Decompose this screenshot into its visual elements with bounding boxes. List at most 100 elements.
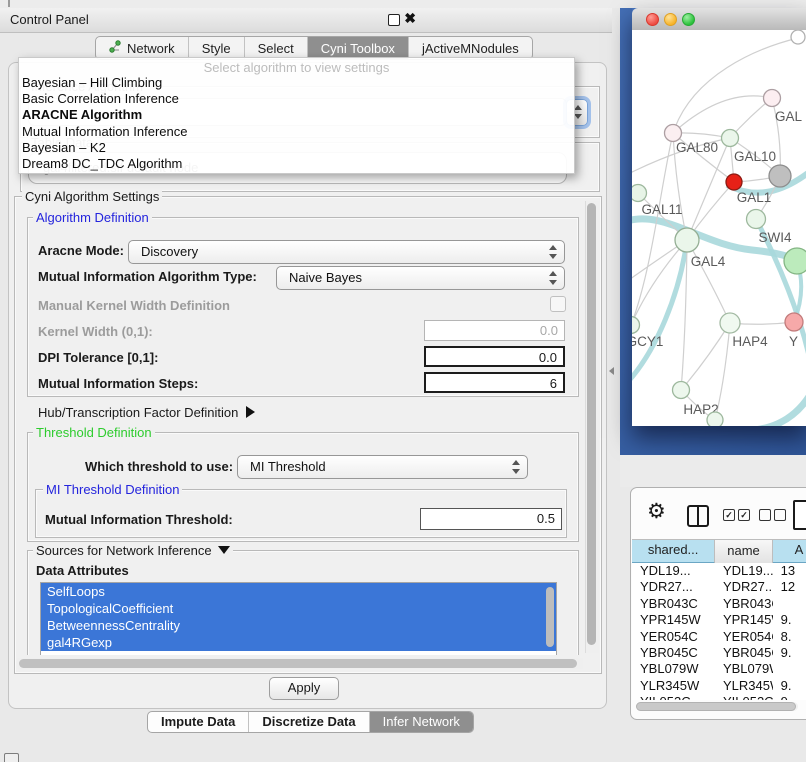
attribute-item[interactable]: BetweennessCentrality <box>41 617 556 634</box>
document-icon[interactable] <box>793 500 806 530</box>
mi-type-combo[interactable]: Naive Bayes <box>276 266 565 290</box>
network-node[interactable] <box>769 165 791 187</box>
table-row[interactable]: YBR043CYBR043C <box>632 596 806 612</box>
checked-checkbox-icon[interactable]: ✓ <box>738 509 750 521</box>
tab-style[interactable]: Style <box>188 37 244 59</box>
zoom-window-icon[interactable] <box>682 13 695 26</box>
tab-network[interactable]: Network <box>96 37 188 59</box>
network-canvas[interactable]: GALGAL80GAL10GAL1GAL11SWI4GAL4GCY1HAP4YH… <box>632 30 806 426</box>
column-header-1[interactable]: shared... <box>632 540 715 564</box>
network-node-swi4[interactable] <box>747 210 766 229</box>
table-row[interactable]: YPR145WYPR145W9. <box>632 612 806 628</box>
app-root: Control Panel ✖ NetworkStyleSelectCyni T… <box>0 0 806 762</box>
table-cell: 13 <box>773 563 806 579</box>
attribute-item[interactable]: TopologicalCoefficient <box>41 600 556 617</box>
aracne-mode-combo[interactable]: Discovery <box>128 240 565 264</box>
network-edge[interactable] <box>687 240 730 323</box>
network-node-hap2[interactable] <box>673 382 690 399</box>
network-node-gal10[interactable] <box>722 130 739 147</box>
network-node-gal11[interactable] <box>632 185 647 202</box>
table-cell: YBL079W <box>632 661 715 677</box>
table-row[interactable]: YDL19...YDL19...13 <box>632 563 806 579</box>
unchecked-checkbox-icon[interactable] <box>774 509 786 521</box>
algorithm-dropdown-popup: Select algorithm to view settings Bayesi… <box>18 57 575 174</box>
close-window-icon[interactable] <box>646 13 659 26</box>
table-row[interactable]: YLR345WYLR345W9. <box>632 678 806 694</box>
network-node-hap4[interactable] <box>720 313 740 333</box>
aracne-mode-label: Aracne Mode: <box>38 243 124 258</box>
splitter-collapse-icon[interactable] <box>609 367 614 375</box>
tab-jactivemnodules[interactable]: jActiveMNodules <box>408 37 532 59</box>
network-window-titlebar[interactable] <box>632 8 806 31</box>
table-horizontal-scrollbar[interactable] <box>636 702 798 711</box>
vertical-scrollbar[interactable] <box>585 201 599 653</box>
table-cell: 9. <box>773 645 806 661</box>
table-cell: YDR27... <box>715 579 773 595</box>
algorithm-option[interactable]: Dream8 DC_TDC Algorithm <box>19 156 574 172</box>
mi-threshold-input[interactable]: 0.5 <box>420 508 562 530</box>
network-node-y[interactable] <box>785 313 803 331</box>
table-cell: YLR345W <box>715 678 773 694</box>
table-row[interactable]: YER054CYER054C8. <box>632 629 806 645</box>
network-edge[interactable] <box>632 133 673 325</box>
gear-icon[interactable]: ⚙ <box>647 501 666 522</box>
control-panel-titlebar: Control Panel ✖ <box>0 8 612 33</box>
network-node-gal80[interactable] <box>665 125 682 142</box>
which-threshold-combo[interactable]: MI Threshold <box>237 455 528 479</box>
manual-kernel-checkbox[interactable] <box>550 296 566 312</box>
float-panel-icon[interactable] <box>388 14 400 26</box>
minimize-window-icon[interactable] <box>664 13 677 26</box>
network-node-gal4[interactable] <box>675 228 699 252</box>
apply-button[interactable]: Apply <box>269 677 339 700</box>
hub-section-toggle[interactable]: Hub/Transcription Factor Definition <box>38 405 255 420</box>
data-attributes-list[interactable]: SelfLoopsTopologicalCoefficientBetweenne… <box>40 582 557 655</box>
attribute-item[interactable]: gal4RGexp <box>41 634 556 651</box>
bottom-tab-discretize-data[interactable]: Discretize Data <box>248 712 368 732</box>
dpi-tolerance-input[interactable]: 0.0 <box>424 346 565 367</box>
algorithm-option[interactable]: Bayesian – K2 <box>19 140 574 156</box>
network-node-gal1[interactable] <box>726 174 742 190</box>
network-node[interactable] <box>707 412 723 426</box>
tab-cyni-toolbox[interactable]: Cyni Toolbox <box>307 37 408 59</box>
sources-toggle[interactable]: Sources for Network Inference <box>33 543 233 558</box>
network-edge-thick[interactable] <box>727 390 806 426</box>
network-node[interactable] <box>791 30 805 44</box>
vertical-scrollbar-thumb[interactable] <box>587 203 596 645</box>
control-panel-title: Control Panel <box>10 12 89 27</box>
horizontal-scrollbar-thumb[interactable] <box>19 659 577 668</box>
bottom-tab-impute-data[interactable]: Impute Data <box>148 712 248 732</box>
close-icon[interactable]: ✖ <box>404 10 416 27</box>
algorithm-option[interactable]: Basic Correlation Inference <box>19 91 574 107</box>
table-scrollbar-thumb[interactable] <box>636 702 796 711</box>
tab-select[interactable]: Select <box>244 37 307 59</box>
table-row[interactable]: YIL052CYIL052C9 <box>632 694 806 700</box>
table-cell: YPR145W <box>715 612 773 628</box>
mi-steps-input[interactable]: 6 <box>424 372 565 393</box>
network-edge-thick[interactable] <box>632 240 687 386</box>
kernel-width-label: Kernel Width (0,1): <box>38 324 153 339</box>
column-header-3[interactable]: A <box>773 540 806 564</box>
attribute-item[interactable]: SelfLoops <box>41 583 556 600</box>
network-node-gcy1[interactable] <box>632 317 640 334</box>
network-edge[interactable] <box>673 96 772 133</box>
checked-checkbox-icon[interactable]: ✓ <box>723 509 735 521</box>
table-cell: YLR345W <box>632 678 715 694</box>
column-header-2[interactable]: name <box>715 540 773 564</box>
kernel-width-input[interactable]: 0.0 <box>424 320 565 341</box>
bottom-tab-infer-network[interactable]: Infer Network <box>369 712 473 732</box>
horizontal-scrollbar[interactable] <box>17 658 583 669</box>
minimized-panel-icon[interactable] <box>4 753 19 762</box>
node-label-hap4: HAP4 <box>732 334 768 349</box>
algorithm-option[interactable]: ARACNE Algorithm <box>19 107 574 123</box>
unchecked-checkbox-icon[interactable] <box>759 509 771 521</box>
table-row[interactable]: YDR27...YDR27...12 <box>632 579 806 595</box>
network-node[interactable] <box>784 248 806 274</box>
list-scrollbar[interactable] <box>546 587 554 647</box>
table-row[interactable]: YBR045CYBR045C9. <box>632 645 806 661</box>
table-row[interactable]: YBL079WYBL079W <box>632 661 806 677</box>
algorithm-option[interactable]: Bayesian – Hill Climbing <box>19 75 574 91</box>
network-node-gal[interactable] <box>764 90 781 107</box>
columns-icon[interactable] <box>687 505 709 527</box>
algorithm-option[interactable]: Mutual Information Inference <box>19 124 574 140</box>
table-cell: YIL052C <box>632 694 715 700</box>
